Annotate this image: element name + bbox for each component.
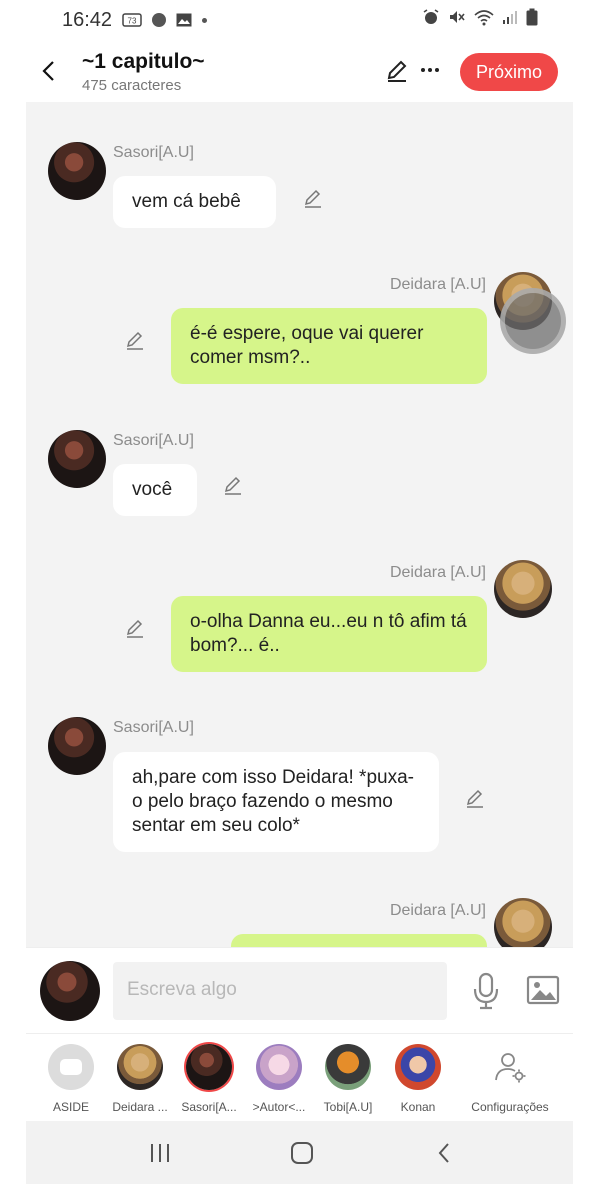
aside-icon (48, 1044, 94, 1090)
pencil-icon (466, 789, 483, 808)
character-deidara[interactable]: Deidara ... (104, 1044, 176, 1114)
title-box: ~1 capitulo~ 475 caracteres (82, 50, 205, 94)
recent-apps-button[interactable] (145, 1139, 175, 1167)
edit-title-button[interactable] (384, 58, 410, 84)
edit-message-button[interactable] (222, 475, 244, 497)
system-navigation-bar (26, 1121, 573, 1184)
status-right (422, 8, 538, 32)
avatar (186, 1044, 232, 1090)
back-icon (438, 1143, 449, 1163)
chat-area[interactable]: Sasori[A.U] vem cá bebê Deidara [A.U] é-… (26, 102, 573, 947)
edit-message-button[interactable] (124, 330, 146, 352)
microphone-button[interactable] (472, 972, 500, 1010)
character-aside[interactable]: ASIDE (35, 1044, 107, 1114)
notification-badge-count: 73 (128, 17, 137, 26)
edit-message-button[interactable] (464, 788, 486, 810)
avatar (395, 1044, 441, 1090)
character-autor[interactable]: >Autor<... (243, 1044, 315, 1114)
next-button[interactable]: Próximo (460, 53, 558, 91)
avatar-deidara[interactable] (494, 898, 552, 947)
character-name: Konan (400, 1100, 436, 1114)
image-icon (526, 975, 560, 1005)
sender-name: Deidara [A.U] (389, 276, 486, 293)
character-selector: ASIDE Deidara ... Sasori[A... >Autor<...… (26, 1033, 573, 1121)
microphone-icon (473, 972, 499, 1010)
character-name: Tobi[A.U] (323, 1100, 373, 1114)
chevron-left-icon (42, 61, 54, 81)
pencil-icon (304, 189, 321, 208)
floating-assist-button[interactable] (500, 288, 566, 354)
system-back-button[interactable] (429, 1139, 459, 1167)
avatar-sasori[interactable] (48, 717, 106, 775)
chapter-header: ~1 capitulo~ 475 caracteres Próximo (0, 44, 600, 102)
avatar-sasori[interactable] (48, 430, 106, 488)
edit-message-button[interactable] (302, 188, 324, 210)
message-bubble[interactable]: vem cá bebê (113, 176, 276, 228)
avatar (117, 1044, 163, 1090)
signal-icon (502, 9, 518, 31)
image-button[interactable] (526, 975, 560, 1005)
wifi-icon (474, 8, 494, 32)
message-bubble[interactable]: você (113, 464, 197, 516)
sender-name: Sasori[A.U] (113, 719, 194, 736)
character-name: Sasori[A... (181, 1100, 237, 1114)
message-bubble[interactable]: o-olha Danna eu...eu n tô afim tá bom?..… (171, 596, 487, 672)
battery-icon (526, 8, 538, 32)
current-character-avatar[interactable] (40, 961, 100, 1021)
status-left: 16:42 73 (62, 8, 208, 32)
avatar (325, 1044, 371, 1090)
message-composer: Escreva algo (26, 947, 573, 1033)
character-name: Deidara ... (112, 1100, 168, 1114)
message-bubble[interactable]: é-é espere, oque vai querer comer msm?.. (171, 308, 487, 384)
avatar (256, 1044, 302, 1090)
pencil-icon (126, 619, 143, 638)
record-dot-icon (152, 13, 167, 27)
character-name: >Autor<... (252, 1100, 306, 1114)
character-tobi[interactable]: Tobi[A.U] (312, 1044, 384, 1114)
sender-name: Sasori[A.U] (113, 144, 194, 161)
sender-name: Deidara [A.U] (389, 564, 486, 581)
back-button[interactable] (34, 56, 62, 86)
alarm-icon (422, 8, 440, 32)
character-konan[interactable]: Konan (382, 1044, 454, 1114)
avatar-sasori[interactable] (48, 142, 106, 200)
chapter-title[interactable]: ~1 capitulo~ (82, 50, 205, 74)
status-bar: 16:42 73 (0, 0, 600, 40)
mute-icon (448, 8, 466, 32)
character-sasori[interactable]: Sasori[A... (173, 1044, 245, 1114)
home-icon (291, 1142, 313, 1164)
message-bubble[interactable]: ah,pare com isso Deidara! *puxa-o pelo b… (113, 752, 439, 852)
home-button[interactable] (287, 1139, 317, 1167)
sender-name: Sasori[A.U] (113, 432, 194, 449)
recent-apps-icon (151, 1144, 169, 1162)
character-name: ASIDE (52, 1100, 89, 1114)
edit-message-button[interactable] (124, 618, 146, 640)
avatar-deidara[interactable] (494, 560, 552, 618)
character-count: 475 caracteres (82, 77, 182, 94)
message-bubble[interactable] (231, 934, 487, 947)
status-time: 16:42 (62, 8, 113, 31)
settings-button[interactable]: Configurações (464, 1044, 556, 1114)
message-input[interactable]: Escreva algo (113, 962, 447, 1020)
gallery-icon (176, 13, 192, 27)
notification-badge-icon: 73 (122, 13, 142, 27)
pencil-icon (126, 331, 143, 350)
character-name: Configurações (471, 1100, 549, 1114)
pencil-icon (387, 60, 407, 82)
more-options-button[interactable] (420, 56, 440, 79)
user-settings-icon (487, 1044, 533, 1090)
more-notifications-dot (202, 17, 208, 23)
pencil-icon (224, 476, 241, 495)
sender-name: Deidara [A.U] (389, 902, 486, 919)
more-dots-icon (421, 68, 439, 72)
